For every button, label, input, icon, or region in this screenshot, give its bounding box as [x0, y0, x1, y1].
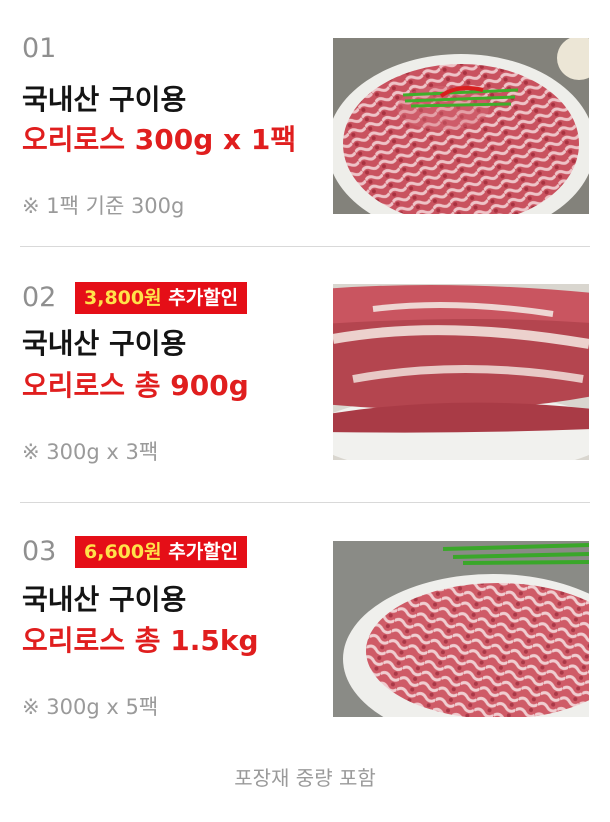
- option-card-01: 01 국내산 구이용 오리로스 300g x 1팩 ※ 1팩 기준 300g: [0, 0, 610, 246]
- discount-amount: 6,600원: [84, 541, 162, 563]
- option-number: 02: [22, 282, 57, 313]
- duck-meat-photo: [333, 541, 589, 717]
- option-number: 03: [22, 536, 57, 567]
- option-card-02: 02 3,800원 추가할인 국내산 구이용 오리로스 총 900g ※ 300…: [0, 247, 610, 502]
- option-product: 오리로스 총 900g: [22, 369, 249, 402]
- discount-label: 추가할인: [161, 541, 239, 563]
- duck-meat-photo: [333, 284, 589, 460]
- option-note: ※ 300g x 5팩: [22, 695, 159, 719]
- option-product: 오리로스 총 1.5kg: [22, 624, 259, 657]
- discount-amount: 3,800원: [84, 287, 162, 309]
- option-note: ※ 1팩 기준 300g: [22, 194, 185, 218]
- option-note: ※ 300g x 3팩: [22, 440, 159, 464]
- option-title: 국내산 구이용: [22, 583, 187, 616]
- option-product: 오리로스 300g x 1팩: [22, 123, 297, 156]
- option-title: 국내산 구이용: [22, 327, 187, 360]
- discount-badge: 3,800원 추가할인: [75, 282, 248, 314]
- option-card-03: 03 6,600원 추가할인 국내산 구이용 오리로스 총 1.5kg ※ 30…: [0, 503, 610, 753]
- packaging-weight-note: 포장재 중량 포함: [234, 766, 376, 790]
- discount-label: 추가할인: [161, 287, 239, 309]
- option-title: 국내산 구이용: [22, 83, 187, 116]
- duck-meat-photo: [333, 38, 589, 214]
- discount-badge: 6,600원 추가할인: [75, 536, 248, 568]
- option-number: 01: [22, 33, 57, 64]
